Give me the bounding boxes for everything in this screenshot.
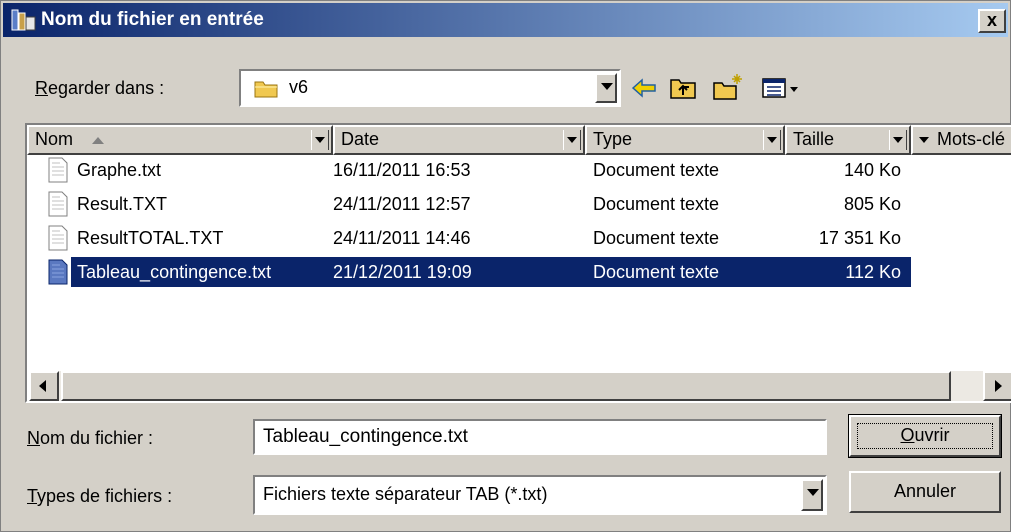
scroll-left-button[interactable]: [29, 371, 59, 401]
file-name: Tableau_contingence.txt: [77, 262, 272, 282]
text-file-icon: [48, 225, 68, 251]
title-bar[interactable]: Nom du fichier en entrée x: [3, 3, 1008, 37]
up-folder-icon[interactable]: [667, 71, 701, 105]
filename-label: Nom du fichier :: [27, 428, 154, 448]
file-row-graphe[interactable]: Graphe.txt 16/11/2011 16:53 Document tex…: [27, 155, 1011, 185]
filetype-label: Types de fichiers :: [27, 486, 173, 506]
chevron-down-icon[interactable]: [889, 130, 907, 150]
dialog-title: Nom du fichier en entrée: [41, 9, 264, 30]
file-type: Document texte: [593, 262, 720, 282]
open-button[interactable]: Ouvrir: [848, 414, 1002, 458]
file-name: Result.TXT: [77, 194, 168, 214]
lookin-value: v6: [289, 77, 309, 97]
chevron-down-icon[interactable]: [311, 130, 329, 150]
file-date: 21/12/2011 19:09: [333, 262, 472, 282]
file-type: Document texte: [593, 160, 720, 180]
file-date: 24/11/2011 14:46: [333, 228, 471, 248]
column-label-type: Type: [593, 129, 633, 149]
text-file-icon: [48, 259, 68, 285]
filename-value: Tableau_contingence.txt: [263, 426, 468, 447]
filetype-value: Fichiers texte séparateur TAB (*.txt): [263, 484, 548, 504]
column-label-size: Taille: [793, 129, 835, 149]
scrollbar-thumb[interactable]: [61, 371, 951, 401]
chevron-down-icon[interactable]: [763, 130, 781, 150]
chevron-down-icon[interactable]: [563, 130, 581, 150]
arrow-left-icon: [39, 380, 46, 392]
text-file-icon: [48, 157, 68, 183]
close-icon: x: [986, 10, 997, 30]
filename-input[interactable]: Tableau_contingence.txt: [253, 419, 827, 455]
folder-icon: [254, 81, 278, 98]
lookin-label: Regarder dans :: [35, 78, 165, 98]
open-label: uvrir: [914, 425, 950, 445]
file-size: 805 Ko: [843, 194, 901, 214]
cancel-button[interactable]: Annuler: [849, 471, 1001, 513]
file-type: Document texte: [593, 194, 720, 214]
open-file-dialog: Nom du fichier en entrée x Regarder dans…: [0, 0, 1011, 532]
file-size: 112 Ko: [845, 262, 901, 282]
file-type: Document texte: [593, 228, 720, 248]
column-label-name: Nom: [35, 129, 74, 149]
file-row-resulttotal[interactable]: ResultTOTAL.TXT 24/11/2011 14:46 Documen…: [27, 223, 1011, 253]
file-size: 140 Ko: [843, 160, 901, 180]
scroll-right-button[interactable]: [983, 371, 1011, 401]
filetype-combo[interactable]: Fichiers texte séparateur TAB (*.txt): [253, 475, 827, 515]
column-label-keywords: Mots-clé: [937, 129, 1006, 149]
sort-ascending-icon: [92, 136, 105, 144]
column-label-date: Date: [341, 129, 380, 149]
column-header-date[interactable]: Date: [333, 125, 585, 155]
column-header-size[interactable]: Taille: [785, 125, 911, 155]
cancel-label: Annuler: [893, 481, 957, 501]
horizontal-scrollbar[interactable]: [29, 371, 1011, 401]
lookin-combo[interactable]: v6: [239, 69, 621, 107]
file-name: ResultTOTAL.TXT: [77, 228, 224, 248]
column-header-name[interactable]: Nom: [27, 125, 333, 155]
file-size: 17 351 Ko: [818, 228, 901, 248]
new-folder-icon[interactable]: [711, 71, 745, 105]
file-list[interactable]: Nom Date Type Taille Mots-clé Graphe.txt…: [25, 123, 1011, 403]
column-header-type[interactable]: Type: [585, 125, 785, 155]
arrow-right-icon: [995, 380, 1002, 392]
filetype-dropdown-button[interactable]: [801, 479, 823, 511]
column-header-keywords[interactable]: Mots-clé: [911, 125, 1011, 155]
file-name: Graphe.txt: [77, 160, 162, 180]
view-menu-icon[interactable]: [757, 71, 807, 105]
chevron-down-icon[interactable]: [919, 137, 929, 144]
file-date: 24/11/2011 12:57: [333, 194, 471, 214]
back-arrow-icon[interactable]: [627, 71, 661, 105]
file-row-result[interactable]: Result.TXT 24/11/2011 12:57 Document tex…: [27, 189, 1011, 219]
app-icon: [11, 9, 36, 31]
lookin-dropdown-button[interactable]: [595, 73, 617, 103]
file-row-tableau-contingence[interactable]: Tableau_contingence.txt 21/12/2011 19:09…: [27, 257, 1011, 287]
open-mnemonic: O: [900, 425, 915, 445]
text-file-icon: [48, 191, 68, 217]
close-button[interactable]: x: [978, 9, 1006, 33]
file-date: 16/11/2011 16:53: [333, 160, 471, 180]
